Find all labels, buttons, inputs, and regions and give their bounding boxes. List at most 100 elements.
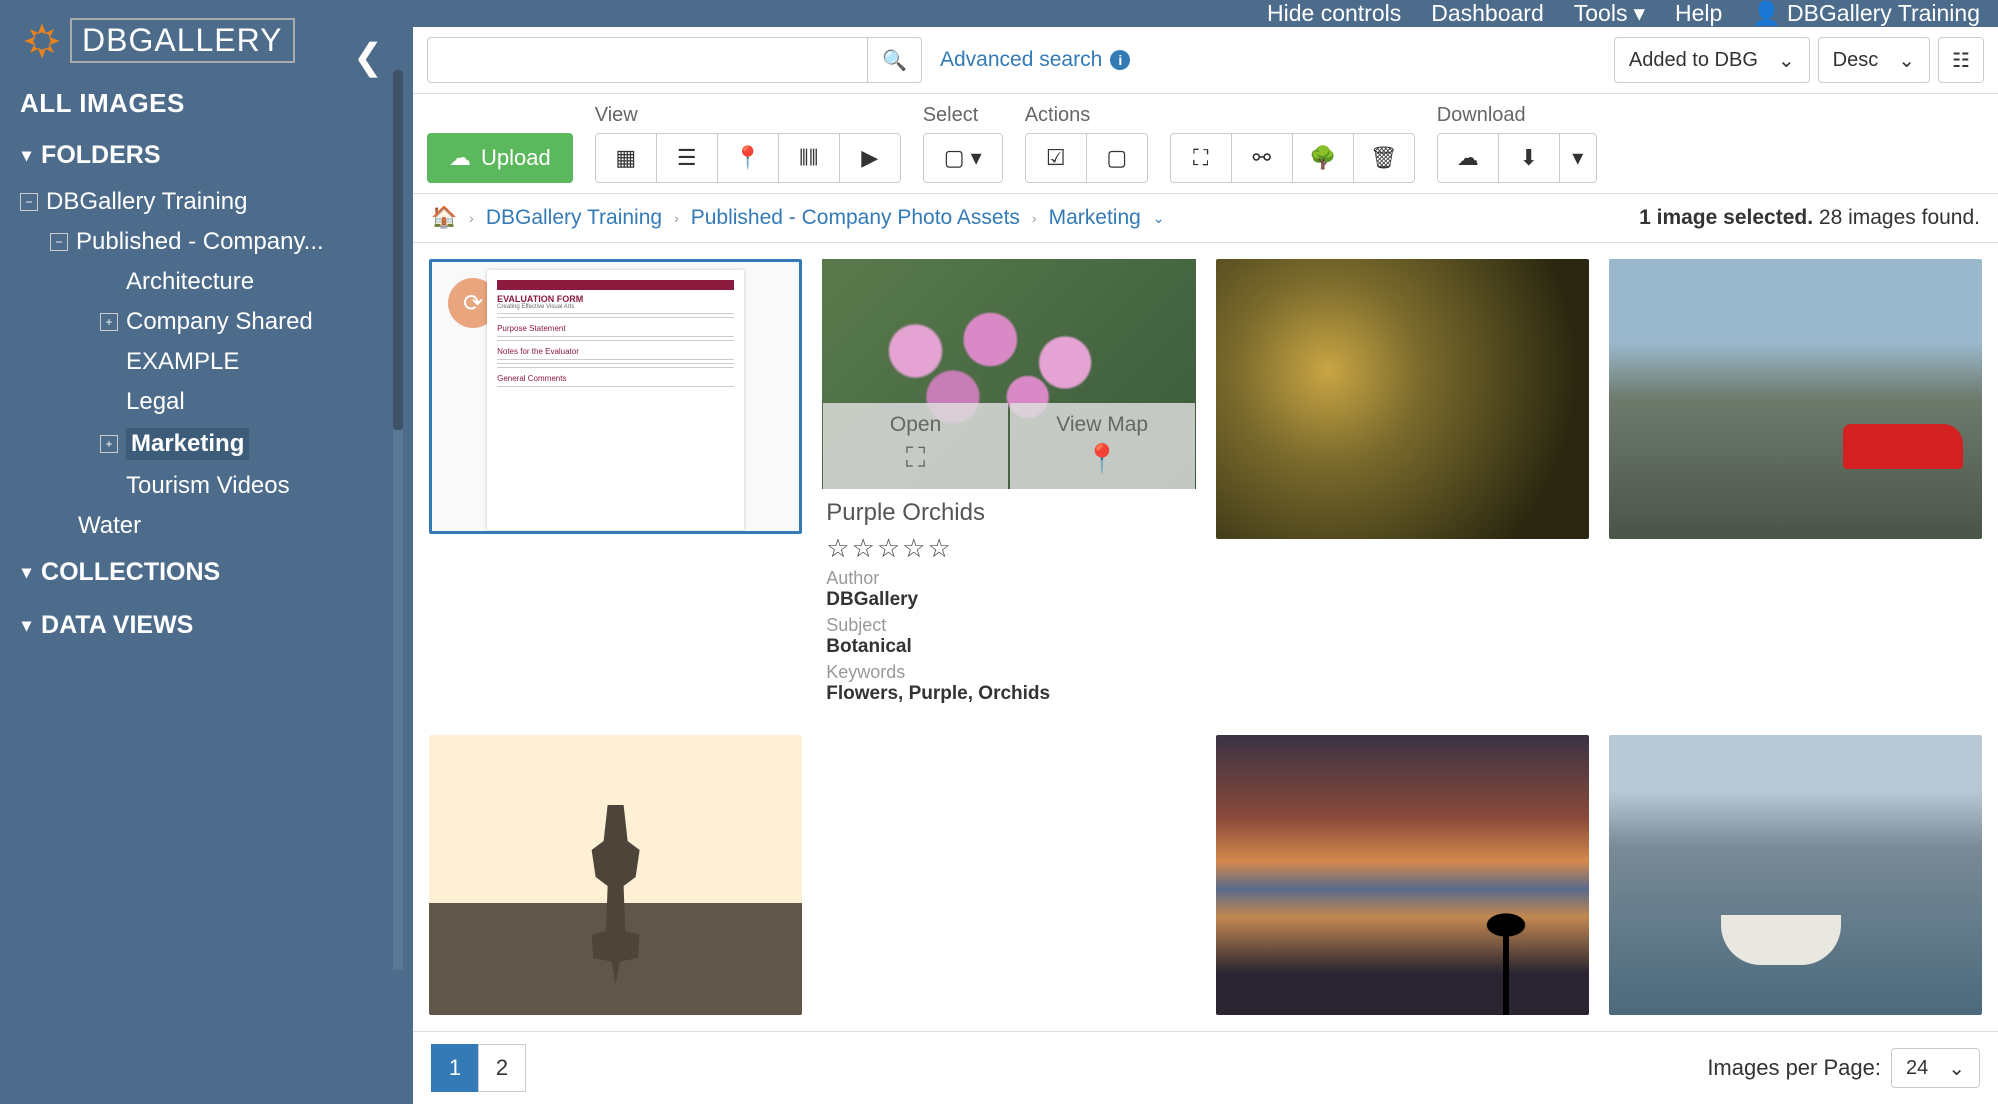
search-bar: 🔍 Advanced search i Added to DBG ⌄ Desc …: [413, 27, 1998, 94]
breadcrumb-leaf[interactable]: Marketing: [1049, 206, 1141, 230]
tag-button[interactable]: 🌳: [1292, 133, 1354, 183]
list-view-button[interactable]: ☷: [1938, 37, 1984, 83]
open-button[interactable]: Open⛶: [823, 403, 1008, 489]
breadcrumb-root[interactable]: DBGallery Training: [486, 206, 662, 230]
user-menu[interactable]: 👤 DBGallery Training: [1752, 0, 1980, 27]
search-button[interactable]: 🔍: [867, 37, 922, 83]
content: 🔍 Advanced search i Added to DBG ⌄ Desc …: [413, 27, 1998, 1104]
collapse-sidebar-icon[interactable]: ❮: [353, 36, 383, 78]
sidebar: DBGALLERY ❮ ALL IMAGES ▾ FOLDERS − DBGal…: [0, 0, 405, 970]
chevron-down-icon: ⌄: [1898, 48, 1915, 73]
delete-button[interactable]: 🗑: [1353, 133, 1415, 183]
image-title: Purple Orchids: [826, 499, 1191, 527]
view-map-button[interactable]: View Map📍: [1010, 403, 1195, 489]
main: Hide controls Dashboard Tools ▾ Help 👤 D…: [405, 0, 1998, 970]
slideshow-button[interactable]: ▶: [839, 133, 901, 183]
folders-section[interactable]: ▾ FOLDERS: [0, 129, 405, 182]
chevron-down-icon[interactable]: ⌄: [1153, 210, 1165, 227]
share-icon: ⚯: [1253, 145, 1271, 171]
upload-icon: ☁: [449, 145, 471, 171]
select-all-button[interactable]: ☑: [1025, 133, 1087, 183]
chevron-down-icon: ▾: [22, 145, 31, 166]
thumbnail-night[interactable]: [1216, 259, 1589, 539]
collapse-icon[interactable]: −: [50, 233, 68, 251]
cloud-download-icon: ☁: [1457, 145, 1479, 171]
folder-tree: − DBGallery Training − Published - Compa…: [0, 182, 405, 546]
rating-stars[interactable]: ☆☆☆☆☆: [826, 533, 1191, 564]
download-button[interactable]: ⬇: [1498, 133, 1560, 183]
thumbnail-orchids[interactable]: Open⛶ View Map📍 Purple Orchids ☆☆☆☆☆ Aut…: [822, 259, 1195, 715]
caret-down-icon: ▾: [1572, 145, 1583, 171]
advanced-search-link[interactable]: Advanced search i: [940, 48, 1130, 72]
per-page-label: Images per Page:: [1707, 1055, 1881, 1081]
cloud-download-button[interactable]: ☁: [1437, 133, 1499, 183]
collapse-icon[interactable]: −: [20, 193, 38, 211]
search-input[interactable]: [427, 37, 867, 83]
download-menu-button[interactable]: ▾: [1559, 133, 1597, 183]
list-icon: ☰: [677, 145, 697, 171]
deselect-button[interactable]: ▢: [1086, 133, 1148, 183]
columns-icon: ⦀⦀: [799, 145, 818, 171]
data-views-section[interactable]: ▾ DATA VIEWS: [0, 599, 405, 652]
tree-water[interactable]: Water: [48, 506, 387, 546]
search-icon: 🔍: [882, 48, 907, 73]
tree-marketing[interactable]: +Marketing: [78, 422, 387, 466]
map-view-button[interactable]: 📍: [717, 133, 779, 183]
square-icon: ▢: [944, 145, 965, 171]
hide-controls-link[interactable]: Hide controls: [1267, 0, 1401, 27]
select-group: Select ▢▾: [923, 104, 1003, 183]
tree-example[interactable]: EXAMPLE: [78, 342, 387, 382]
pager: 1 2 Images per Page: 24 ⌄: [413, 1031, 1998, 1104]
thumbnail-harbor[interactable]: [1609, 735, 1982, 1015]
tree-published[interactable]: − Published - Company...: [48, 222, 387, 262]
breadcrumb: 🏠 › DBGallery Training › Published - Com…: [413, 194, 1998, 243]
user-icon: 👤: [1752, 0, 1781, 27]
trash-icon: 🗑: [1370, 145, 1398, 171]
order-dropdown[interactable]: Desc ⌄: [1818, 37, 1930, 83]
check-square-icon: ☑: [1046, 145, 1066, 171]
thumbnail-sunset[interactable]: [1216, 735, 1589, 1015]
expand-icon[interactable]: +: [100, 313, 118, 331]
expand-icon[interactable]: +: [100, 435, 118, 453]
fullscreen-button[interactable]: ⛶: [1170, 133, 1232, 183]
logo: DBGALLERY: [0, 10, 405, 78]
sort-dropdown[interactable]: Added to DBG ⌄: [1614, 37, 1810, 83]
expand-icon: ⛶: [1193, 145, 1208, 171]
download-group: Download ☁ ⬇ ▾: [1437, 104, 1597, 183]
breadcrumb-sep: ›: [674, 210, 679, 226]
page-1-button[interactable]: 1: [431, 1044, 479, 1092]
breadcrumb-mid[interactable]: Published - Company Photo Assets: [691, 206, 1020, 230]
info-icon: i: [1110, 50, 1130, 70]
tree-architecture[interactable]: Architecture: [78, 262, 387, 302]
breadcrumb-sep: ›: [469, 210, 474, 226]
breadcrumb-home[interactable]: 🏠: [431, 206, 457, 230]
upload-button[interactable]: ☁Upload: [427, 133, 573, 183]
help-link[interactable]: Help: [1675, 0, 1722, 27]
actions-group: Actions ☑ ▢: [1025, 104, 1148, 183]
pin-icon: 📍: [734, 145, 761, 171]
collections-section[interactable]: ▾ COLLECTIONS: [0, 546, 405, 599]
tree-legal[interactable]: Legal: [78, 382, 387, 422]
select-menu-button[interactable]: ▢▾: [923, 133, 1003, 183]
thumbnail-document[interactable]: ⟳ EVALUATION FORM Creating Effective Vis…: [429, 259, 802, 534]
chevron-down-icon: ⌄: [1778, 48, 1795, 73]
tree-company-shared[interactable]: +Company Shared: [78, 302, 387, 342]
thumbnail-image: Open⛶ View Map📍: [822, 259, 1195, 489]
columns-view-button[interactable]: ⦀⦀: [778, 133, 840, 183]
tree-root[interactable]: − DBGallery Training: [18, 182, 387, 222]
dashboard-link[interactable]: Dashboard: [1431, 0, 1544, 27]
thumbnail-coast[interactable]: [1609, 259, 1982, 539]
breadcrumb-sep: ›: [1032, 210, 1037, 226]
page-2-button[interactable]: 2: [478, 1044, 526, 1092]
sidebar-scrollbar[interactable]: [393, 70, 403, 970]
share-button[interactable]: ⚯: [1231, 133, 1293, 183]
per-page-dropdown[interactable]: 24 ⌄: [1891, 1048, 1980, 1088]
logo-icon: [20, 19, 64, 63]
tools-menu[interactable]: Tools ▾: [1574, 0, 1645, 27]
all-images-link[interactable]: ALL IMAGES: [0, 78, 405, 129]
grid-view-button[interactable]: ▦: [595, 133, 657, 183]
spacer: [822, 735, 1195, 1015]
tree-tourism[interactable]: Tourism Videos: [78, 466, 387, 506]
list-view-button[interactable]: ☰: [656, 133, 718, 183]
thumbnail-inukshuk[interactable]: [429, 735, 802, 1015]
